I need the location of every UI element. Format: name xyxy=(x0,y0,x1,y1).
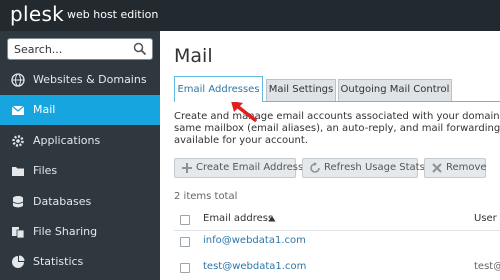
search-placeholder: Search... xyxy=(14,43,63,56)
globe-icon xyxy=(11,73,25,87)
select-all-checkbox[interactable] xyxy=(180,215,190,225)
description-line: available for your account. xyxy=(174,135,308,146)
sidebar-item-file-sharing[interactable]: File Sharing xyxy=(0,217,160,247)
row-checkbox[interactable] xyxy=(180,263,190,273)
table-row: info@webdata1.com xyxy=(174,232,500,254)
description-line: same mailbox (email aliases), an auto-re… xyxy=(174,123,500,134)
sidebar-item-label: Applications xyxy=(33,134,101,147)
remove-button[interactable]: Remove xyxy=(424,158,487,178)
table-row: test@webdata1.com test@ xyxy=(174,258,500,280)
sidebar-item-files[interactable]: Files xyxy=(0,156,160,186)
close-icon xyxy=(432,163,442,173)
sidebar-item-databases[interactable]: Databases xyxy=(0,187,160,217)
refresh-icon xyxy=(310,162,320,173)
refresh-usage-stats-button[interactable]: Refresh Usage Stats xyxy=(302,158,425,178)
page-title: Mail xyxy=(174,45,213,67)
sidebar-item-label: File Sharing xyxy=(33,225,98,238)
sidebar-item-label: Statistics xyxy=(33,255,84,268)
file-sharing-icon xyxy=(12,227,25,239)
description-line: Create and manage email accounts associa… xyxy=(174,111,500,122)
email-link[interactable]: test@webdata1.com xyxy=(203,261,306,272)
tab-outgoing-mail-control[interactable]: Outgoing Mail Control xyxy=(338,79,452,101)
button-label: Create Email Address xyxy=(196,162,304,173)
item-count: 2 items total xyxy=(174,191,238,202)
description: Create and manage email accounts associa… xyxy=(174,111,500,147)
search-icon[interactable] xyxy=(133,42,147,56)
button-label: Refresh Usage Stats xyxy=(324,162,425,173)
column-email-address[interactable]: Email address xyxy=(203,213,273,224)
plus-icon xyxy=(182,163,192,173)
email-link[interactable]: info@webdata1.com xyxy=(203,235,306,246)
plesk-logo[interactable]: plesk xyxy=(10,2,64,26)
sidebar-item-mail[interactable]: Mail xyxy=(0,95,160,125)
gear-icon xyxy=(12,135,24,147)
folder-icon xyxy=(12,167,24,176)
database-icon xyxy=(12,196,24,208)
table-header: Email address User xyxy=(174,211,500,231)
main-panel: Mail Email Addresses Mail Settings Outgo… xyxy=(160,31,500,280)
sort-ascending-icon[interactable] xyxy=(268,215,276,223)
row-checkbox[interactable] xyxy=(180,237,190,247)
search-input[interactable]: Search... xyxy=(7,38,153,60)
top-bar: plesk web host edition xyxy=(0,0,500,31)
tab-bar: Email Addresses Mail Settings Outgoing M… xyxy=(174,76,500,102)
sidebar: Search... Websites & Domains Mail Applic… xyxy=(0,31,160,280)
sidebar-item-websites-domains[interactable]: Websites & Domains xyxy=(0,65,160,95)
tab-email-addresses[interactable]: Email Addresses xyxy=(174,76,263,102)
sidebar-item-label: Mail xyxy=(33,103,56,116)
sidebar-item-label: Websites & Domains xyxy=(33,73,147,86)
column-user[interactable]: User xyxy=(474,213,497,224)
button-label: Remove xyxy=(446,162,487,173)
edition-label: web host edition xyxy=(67,8,159,21)
sidebar-item-label: Databases xyxy=(33,195,92,208)
tab-mail-settings[interactable]: Mail Settings xyxy=(266,79,336,101)
create-email-address-button[interactable]: Create Email Address xyxy=(174,158,303,178)
envelope-icon xyxy=(11,105,25,115)
sidebar-item-statistics[interactable]: Statistics xyxy=(0,247,160,277)
sidebar-item-applications[interactable]: Applications xyxy=(0,126,160,156)
annotation-arrow-icon xyxy=(231,101,257,122)
sidebar-item-label: Files xyxy=(33,164,58,177)
user-cell: test@ xyxy=(474,261,500,272)
pie-chart-icon xyxy=(12,255,25,268)
